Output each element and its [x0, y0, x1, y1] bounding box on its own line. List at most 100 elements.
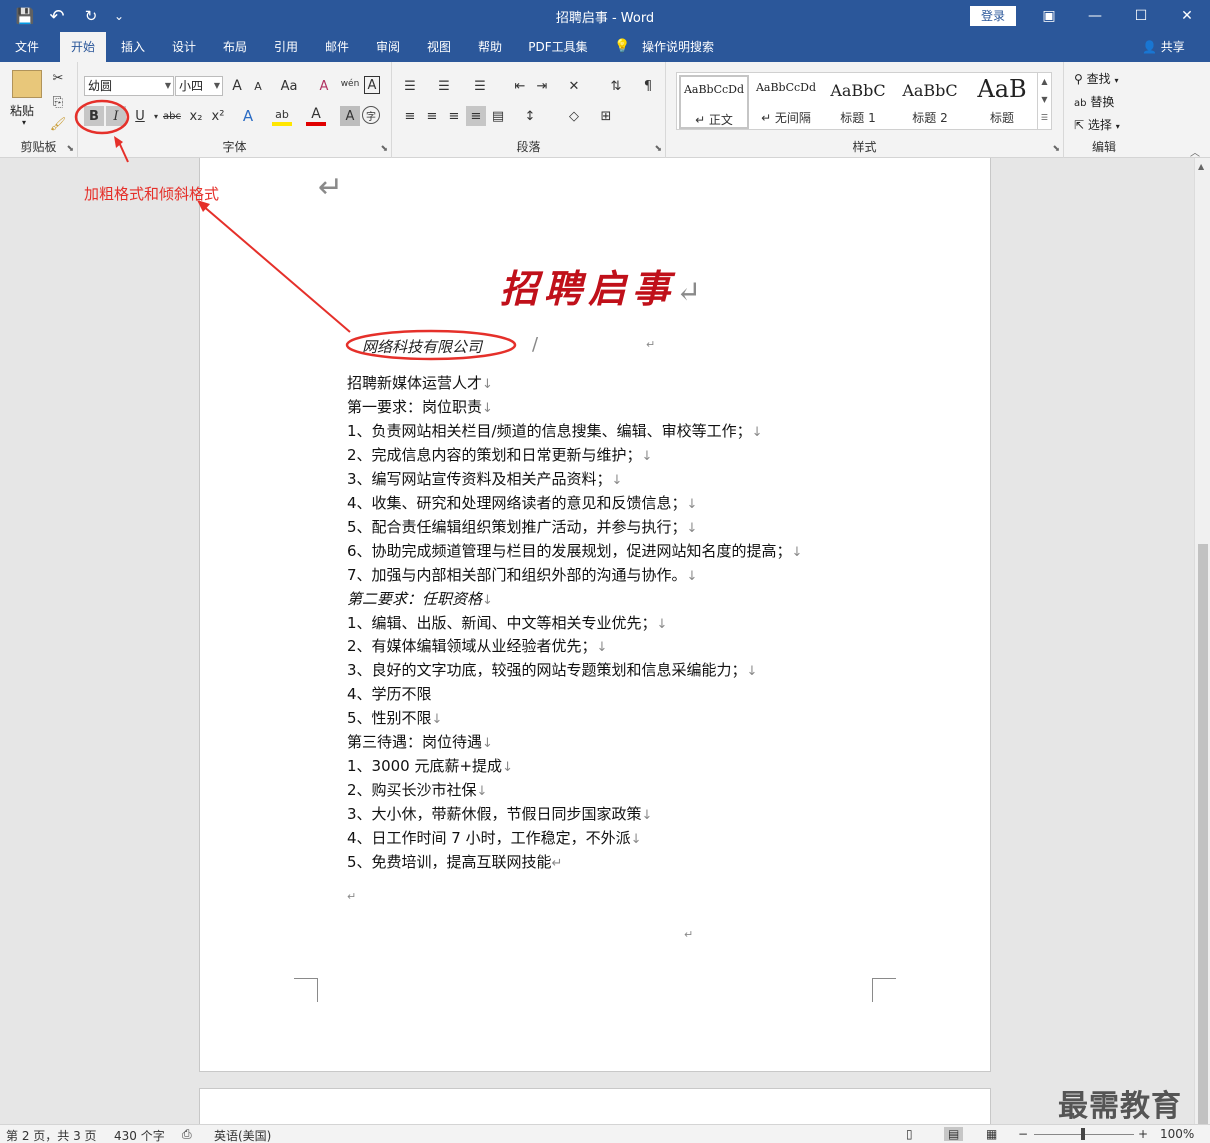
- document-line[interactable]: 3、大小休，带薪休假，节假日同步国家政策↓: [347, 803, 652, 824]
- style-heading-2[interactable]: AaBbC 标题 2: [895, 75, 965, 129]
- text-effects-icon[interactable]: A: [238, 106, 258, 126]
- clear-formatting-icon[interactable]: A: [314, 76, 334, 96]
- decrease-indent-icon[interactable]: ⇤: [510, 76, 530, 96]
- vertical-scrollbar[interactable]: ▲: [1194, 158, 1210, 1143]
- increase-indent-icon[interactable]: ⇥: [532, 76, 552, 96]
- shrink-font-icon[interactable]: A: [248, 76, 268, 96]
- document-line[interactable]: 1、3000 元底薪+提成↓: [347, 755, 513, 776]
- bold-button[interactable]: B: [84, 106, 104, 126]
- tab-mailings[interactable]: 邮件: [318, 32, 356, 62]
- phonetic-guide-icon[interactable]: wén: [340, 74, 360, 94]
- paste-icon[interactable]: [12, 70, 42, 98]
- tab-file[interactable]: 文件: [8, 32, 46, 62]
- tell-me-search[interactable]: 操作说明搜索: [634, 32, 722, 62]
- document-line[interactable]: 第三待遇：岗位待遇↓: [347, 731, 493, 752]
- scroll-thumb[interactable]: [1198, 544, 1208, 1143]
- tab-review[interactable]: 审阅: [369, 32, 407, 62]
- font-color-icon[interactable]: A: [306, 106, 326, 126]
- document-line[interactable]: 5、配合责任编辑组织策划推广活动，并参与执行；↓: [347, 516, 697, 537]
- login-button[interactable]: 登录: [970, 6, 1016, 26]
- document-line[interactable]: 4、收集、研究和处理网络读者的意见和反馈信息；↓: [347, 492, 697, 513]
- document-line[interactable]: 5、性别不限↓: [347, 707, 442, 728]
- share-button[interactable]: 👤 共享: [1142, 32, 1185, 62]
- proofing-icon[interactable]: ⎙: [182, 1127, 192, 1142]
- distributed-icon[interactable]: ▤: [488, 106, 508, 126]
- paste-dropdown-icon[interactable]: ▾: [22, 118, 26, 127]
- word-count[interactable]: 430 个字: [114, 1127, 165, 1143]
- document-line[interactable]: 5、免费培训，提高互联网技能↵: [347, 851, 562, 872]
- bullets-icon[interactable]: ☰: [400, 76, 420, 96]
- chinese-layout-icon[interactable]: ✕: [564, 76, 584, 96]
- format-painter-icon[interactable]: 🖌: [48, 114, 68, 134]
- document-line[interactable]: 2、购买长沙市社保↓: [347, 779, 487, 800]
- numbering-icon[interactable]: ☰: [434, 76, 454, 96]
- shading-icon[interactable]: ◇: [564, 106, 584, 126]
- borders-icon[interactable]: ⊞: [596, 106, 616, 126]
- change-case-icon[interactable]: Aa: [276, 76, 302, 96]
- tab-help[interactable]: 帮助: [471, 32, 509, 62]
- italic-button[interactable]: I: [106, 106, 126, 126]
- tab-pdf-tools[interactable]: PDF工具集: [522, 32, 594, 62]
- document-line[interactable]: 3、编写网站宣传资料及相关产品资料；↓: [347, 468, 622, 489]
- highlight-icon[interactable]: ab: [272, 106, 292, 126]
- style-no-spacing[interactable]: AaBbCcDd ↵ 无间隔: [751, 75, 821, 129]
- sort-icon[interactable]: ⇅: [606, 76, 626, 96]
- align-center-icon[interactable]: ≡: [422, 106, 442, 126]
- web-layout-icon[interactable]: ▦: [986, 1127, 997, 1141]
- document-line[interactable]: 第二要求：任职资格↓: [347, 588, 493, 609]
- document-title[interactable]: 招聘启事↵: [500, 258, 707, 313]
- document-line[interactable]: 2、完成信息内容的策划和日常更新与维护；↓: [347, 444, 652, 465]
- document-line[interactable]: 4、学历不限: [347, 683, 432, 704]
- read-mode-icon[interactable]: ▯: [906, 1127, 913, 1141]
- replace-button[interactable]: ab 替换: [1074, 93, 1114, 110]
- document-line[interactable]: 7、加强与内部相关部门和组织外部的沟通与协作。↓: [347, 564, 697, 585]
- styles-scroll[interactable]: ▲ ▼ ☰: [1037, 73, 1051, 129]
- clipboard-launcher-icon[interactable]: ⬊: [66, 144, 74, 154]
- maximize-icon[interactable]: ☐: [1126, 4, 1156, 28]
- cut-icon[interactable]: ✂: [48, 68, 68, 88]
- tab-layout[interactable]: 布局: [216, 32, 254, 62]
- document-line[interactable]: 2、有媒体编辑领域从业经验者优先；↓: [347, 635, 607, 656]
- print-layout-icon[interactable]: ▤: [944, 1127, 964, 1141]
- zoom-in-icon[interactable]: +: [1138, 1127, 1148, 1141]
- font-launcher-icon[interactable]: ⬊: [380, 144, 388, 154]
- ribbon-display-options-icon[interactable]: ▣: [1034, 4, 1064, 28]
- select-button[interactable]: ⇱ 选择 ▾: [1074, 116, 1120, 133]
- enclose-characters-icon[interactable]: 字: [362, 106, 380, 124]
- page-count[interactable]: 第 2 页，共 3 页: [6, 1127, 97, 1143]
- character-shading-icon[interactable]: A: [340, 106, 360, 126]
- zoom-level[interactable]: 100%: [1160, 1127, 1194, 1141]
- font-name-combo[interactable]: 幼圆 ▼: [84, 76, 174, 96]
- find-button[interactable]: ⚲ 查找 ▾: [1074, 70, 1118, 87]
- document-line[interactable]: 3、良好的文字功底，较强的网站专题策划和信息采编能力；↓: [347, 659, 757, 680]
- grow-font-icon[interactable]: A: [227, 76, 247, 96]
- subscript-button[interactable]: x₂: [186, 106, 206, 126]
- minimize-icon[interactable]: —: [1080, 4, 1110, 28]
- zoom-out-icon[interactable]: −: [1018, 1127, 1028, 1141]
- strikethrough-button[interactable]: abc: [162, 106, 182, 126]
- style-heading-1[interactable]: AaBbC 标题 1: [823, 75, 893, 129]
- tab-home[interactable]: 开始: [60, 32, 106, 62]
- tab-design[interactable]: 设计: [165, 32, 203, 62]
- align-left-icon[interactable]: ≡: [400, 106, 420, 126]
- next-page[interactable]: [199, 1088, 991, 1124]
- collapse-ribbon-icon[interactable]: ︿: [1190, 144, 1200, 159]
- styles-launcher-icon[interactable]: ⬊: [1052, 144, 1060, 154]
- document-line[interactable]: 第一要求：岗位职责↓: [347, 396, 493, 417]
- tab-insert[interactable]: 插入: [114, 32, 152, 62]
- company-name[interactable]: 网络科技有限公司: [362, 336, 482, 357]
- line-spacing-icon[interactable]: ↕: [520, 106, 540, 126]
- scroll-up-icon[interactable]: ▲: [1198, 162, 1204, 171]
- style-normal[interactable]: AaBbCcDd ↵ 正文: [679, 75, 749, 129]
- document-line[interactable]: 1、编辑、出版、新闻、中文等相关专业优先；↓: [347, 612, 667, 633]
- document-page[interactable]: ↵ 招聘启事↵ 网络科技有限公司 / ↵ 招聘新媒体运营人才↓ 第一要求：岗位职责…: [199, 158, 991, 1072]
- paragraph-launcher-icon[interactable]: ⬊: [654, 144, 662, 154]
- close-icon[interactable]: ✕: [1172, 4, 1202, 28]
- language-indicator[interactable]: 英语(美国): [214, 1127, 271, 1143]
- copy-icon[interactable]: ⎘: [48, 92, 68, 112]
- document-line[interactable]: 4、日工作时间 7 小时，工作稳定，不外派↓: [347, 827, 642, 848]
- paste-button[interactable]: 粘贴: [10, 102, 34, 119]
- show-marks-icon[interactable]: ¶: [638, 76, 658, 96]
- document-line[interactable]: 招聘新媒体运营人才↓: [347, 372, 493, 393]
- font-size-combo[interactable]: 小四 ▼: [175, 76, 223, 96]
